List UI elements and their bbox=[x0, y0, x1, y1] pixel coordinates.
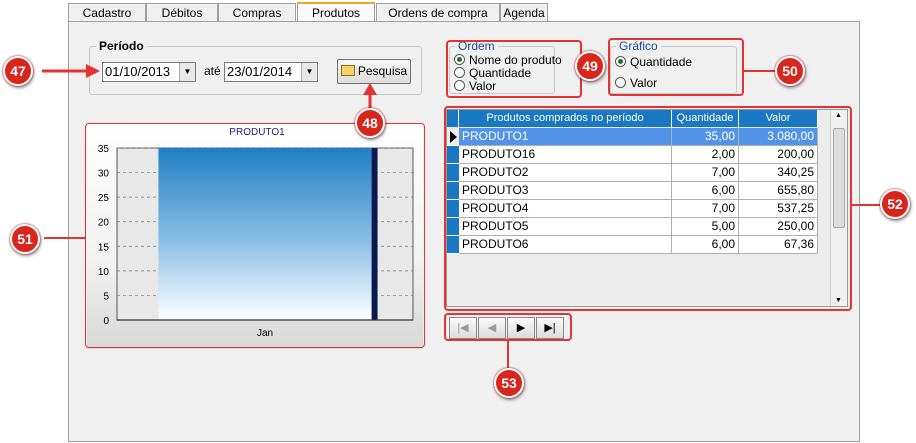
badge-50: 50 bbox=[775, 56, 805, 86]
badge-52: 52 bbox=[880, 189, 910, 219]
badge-51: 51 bbox=[10, 224, 40, 254]
badge-49: 49 bbox=[575, 51, 605, 81]
badge-53: 53 bbox=[494, 368, 524, 398]
badge-48: 48 bbox=[355, 108, 385, 138]
badge-47: 47 bbox=[3, 56, 33, 86]
